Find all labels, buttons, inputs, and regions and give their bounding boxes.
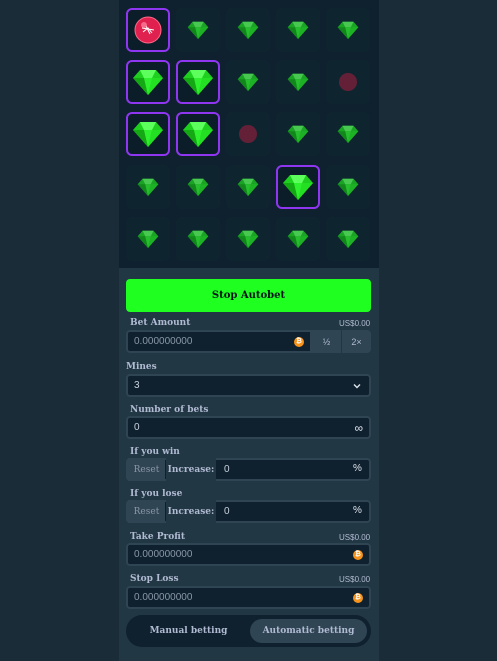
gem-icon [237,178,259,196]
gem-icon [287,230,309,248]
stop-loss-label: Stop Loss [130,574,179,584]
double-bet-button[interactable]: 2× [342,330,371,353]
gem-icon [187,178,209,196]
mines-select[interactable]: 3 [126,374,371,397]
mine-tile[interactable] [176,217,220,261]
percent-icon: % [353,463,362,474]
gem-icon [183,70,213,95]
mine-tile[interactable] [126,165,170,209]
half-bet-button[interactable]: ½ [312,330,341,353]
stop-loss-usd: US$0.00 [339,575,371,584]
on-loss-label: If you lose [130,489,183,499]
mine-tile[interactable] [276,8,320,52]
mine-tile[interactable] [326,165,370,209]
gem-icon [187,230,209,248]
mine-tile[interactable] [176,8,220,52]
gem-icon [183,122,213,147]
mine-tile[interactable] [176,60,220,104]
gem-icon [187,21,209,39]
on-loss-reset-button[interactable]: Reset [128,500,165,523]
mine-tile[interactable] [226,112,270,156]
mine-tile[interactable] [226,8,270,52]
mine-tile[interactable] [326,112,370,156]
mine-icon [134,16,162,44]
mine-tile[interactable] [226,217,270,261]
mines-value: 3 [134,380,140,391]
take-profit-label: Take Profit [130,532,185,542]
gem-icon [237,73,259,91]
gem-icon [287,21,309,39]
on-loss-increase-button[interactable]: Increase: [166,500,216,523]
tab-automatic-betting[interactable]: Automatic betting [250,619,367,643]
bet-amount-usd: US$0.00 [339,319,371,328]
gem-icon [287,73,309,91]
bet-amount-input[interactable]: 0.000000000 ₿ [126,330,312,353]
gem-icon [237,230,259,248]
mine-tile[interactable] [126,8,170,52]
gem-icon [283,175,313,200]
mine-tile[interactable] [126,60,170,104]
bitcoin-icon: ₿ [353,549,363,560]
mine-tile[interactable] [176,165,220,209]
bet-amount-value: 0.000000000 [134,336,193,347]
on-win-increase-button[interactable]: Increase: [166,458,216,481]
mine-tile[interactable] [126,112,170,156]
mine-tile[interactable] [226,165,270,209]
on-win-reset-button[interactable]: Reset [128,458,165,481]
infinity-icon: ∞ [354,420,363,435]
stop-loss-input[interactable]: 0.000000000 ₿ [126,586,371,609]
mine-tile[interactable] [276,217,320,261]
bet-amount-label: Bet Amount [130,318,191,328]
gem-icon [137,178,159,196]
mine-tile[interactable] [326,217,370,261]
gem-icon [137,230,159,248]
gem-icon [237,21,259,39]
mine-tile[interactable] [276,165,320,209]
number-of-bets-value: 0 [134,422,140,433]
mine-tile[interactable] [326,8,370,52]
mine-tile[interactable] [176,112,220,156]
gem-icon [337,178,359,196]
bitcoin-icon: ₿ [353,592,363,603]
gem-icon [337,21,359,39]
take-profit-value: 0.000000000 [134,549,193,560]
take-profit-input[interactable]: 0.000000000 ₿ [126,543,371,566]
stop-autobet-button[interactable]: Stop Autobet [126,279,371,312]
gem-icon [337,125,359,143]
number-of-bets-input[interactable]: 0 ∞ [126,416,371,439]
gem-icon [133,70,163,95]
chevron-down-icon [353,383,361,388]
mine-icon [339,73,357,91]
percent-icon: % [353,505,362,516]
number-of-bets-label: Number of bets [130,405,209,415]
on-loss-value[interactable]: 0 [224,506,230,517]
stop-loss-value: 0.000000000 [134,592,193,603]
gem-icon [337,230,359,248]
take-profit-usd: US$0.00 [339,533,371,542]
mine-tile[interactable] [126,217,170,261]
gem-icon [287,125,309,143]
mine-tile[interactable] [326,60,370,104]
mine-icon [239,125,257,143]
bitcoin-icon: ₿ [294,336,304,347]
tab-manual-betting[interactable]: Manual betting [130,619,247,643]
mine-tile[interactable] [226,60,270,104]
betting-mode-toggle: Manual betting Automatic betting [126,615,371,647]
on-win-value[interactable]: 0 [224,464,230,475]
mine-tile[interactable] [276,112,320,156]
gem-icon [133,122,163,147]
on-win-label: If you win [130,447,180,457]
mine-tile[interactable] [276,60,320,104]
mines-label: Mines [126,362,157,372]
